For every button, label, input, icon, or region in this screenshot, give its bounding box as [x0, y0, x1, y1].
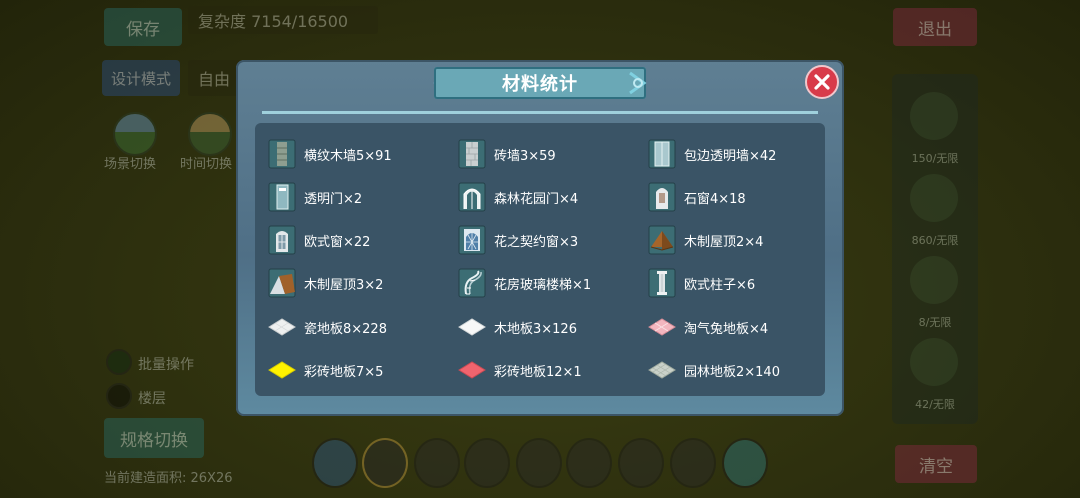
eraser-icon[interactable] [312, 438, 358, 488]
material-item: 淘气兔地板×4 [648, 310, 768, 344]
material-item: 花房玻璃楼梯×1 [458, 266, 591, 300]
material-item-label: 欧式窗×22 [304, 234, 371, 250]
material-item-label: 砖墙3×59 [494, 148, 556, 164]
gable-roof-icon [268, 268, 296, 298]
floor-stack-checkbox[interactable] [106, 383, 132, 409]
wall-icon[interactable] [910, 92, 958, 140]
material-item-label: 彩砖地板12×1 [494, 364, 582, 380]
right-panel-count: 42/无限 [915, 398, 955, 411]
material-item: 园林地板2×140 [648, 353, 780, 387]
right-panel-count: 150/无限 [911, 152, 959, 165]
banner-ornament-right-icon [629, 71, 647, 95]
build-area-label: 当前建造面积: 26X26 [104, 471, 233, 486]
floor-stack-label: 楼层 [138, 391, 166, 407]
glass-stair-icon [458, 268, 486, 298]
exit-button[interactable]: 退出 [893, 8, 977, 46]
material-item-label: 花房玻璃楼梯×1 [494, 277, 592, 293]
glass-door-icon [268, 182, 296, 212]
material-item: 包边透明墙×42 [648, 137, 776, 171]
scene-switch-label: 场景切换 [104, 157, 157, 172]
red-tile-icon [458, 361, 486, 379]
gray-door-icon[interactable] [414, 438, 460, 488]
material-item-label: 欧式柱子×6 [684, 277, 756, 293]
brown-window-icon[interactable] [670, 438, 716, 488]
stair-icon[interactable] [910, 338, 958, 386]
material-item: 花之契约窗×3 [458, 223, 578, 257]
design-mode-button[interactable]: 设计模式 [102, 60, 180, 96]
time-switch-icon[interactable] [188, 112, 232, 156]
material-item: 木地板3×126 [458, 310, 577, 344]
material-item-label: 木地板3×126 [494, 321, 577, 337]
material-item-label: 淘气兔地板×4 [684, 321, 769, 337]
glass-wall-icon [648, 139, 676, 169]
cabinet-icon[interactable] [566, 438, 612, 488]
clear-button[interactable]: 清空 [895, 445, 977, 483]
material-item: 森林花园门×4 [458, 180, 578, 214]
wood-door-icon[interactable] [362, 438, 408, 488]
material-item: 欧式窗×22 [268, 223, 370, 257]
material-item: 欧式柱子×6 [648, 266, 755, 300]
material-item: 彩砖地板12×1 [458, 353, 582, 387]
more-icon[interactable] [722, 438, 768, 488]
european-pillar-icon [648, 268, 676, 298]
material-right-panel: 150/无限 860/无限 8/无限 42/无限 [892, 74, 978, 424]
material-item-label: 园林地板2×140 [684, 364, 780, 380]
material-item-label: 瓷地板8×228 [304, 321, 387, 337]
complexity-display: 复杂度 7154/16500 [188, 6, 378, 34]
material-item-label: 彩砖地板7×5 [304, 364, 384, 380]
material-item: 透明门×2 [268, 180, 362, 214]
close-button[interactable] [805, 65, 839, 99]
green-door-icon[interactable] [516, 438, 562, 488]
white-tile-icon [268, 318, 296, 336]
material-item-label: 石窗4×18 [684, 191, 746, 207]
white-floor-icon [458, 318, 486, 336]
material-item: 木制屋顶3×2 [268, 266, 383, 300]
garden-floor-icon [648, 361, 676, 379]
material-item-label: 包边透明墙×42 [684, 148, 777, 164]
grid-window-icon[interactable] [910, 174, 958, 222]
material-item-label: 木制屋顶2×4 [684, 234, 764, 250]
material-item: 木制屋顶2×4 [648, 223, 763, 257]
dialog-title: 材料统计 [434, 67, 646, 99]
save-button[interactable]: 保存 [104, 8, 182, 46]
material-item-label: 透明门×2 [304, 191, 363, 207]
forest-garden-door-icon [458, 182, 486, 212]
batch-operation-label: 批量操作 [138, 357, 194, 373]
yellow-tile-icon [268, 361, 296, 379]
stone-window-icon [648, 182, 676, 212]
material-item: 瓷地板8×228 [268, 310, 387, 344]
flower-window-icon [458, 225, 486, 255]
purple-window-icon[interactable] [618, 438, 664, 488]
title-divider [262, 111, 818, 114]
material-item-label: 横纹木墙5×91 [304, 148, 392, 164]
door-icon[interactable] [910, 256, 958, 304]
dark-door-icon[interactable] [464, 438, 510, 488]
material-item: 横纹木墙5×91 [268, 137, 392, 171]
brick-wall-icon [458, 139, 486, 169]
material-item-label: 木制屋顶3×2 [304, 277, 384, 293]
european-window-icon [268, 225, 296, 255]
right-panel-count: 860/无限 [911, 234, 959, 247]
material-item-label: 森林花园门×4 [494, 191, 579, 207]
material-item: 砖墙3×59 [458, 137, 556, 171]
material-item: 彩砖地板7×5 [268, 353, 383, 387]
spec-switch-button[interactable]: 规格切换 [104, 418, 204, 458]
pyramid-roof-icon [648, 225, 676, 255]
material-item-label: 花之契约窗×3 [494, 234, 579, 250]
batch-operation-checkbox[interactable] [106, 349, 132, 375]
close-icon [814, 74, 830, 90]
scene-switch-icon[interactable] [113, 112, 157, 156]
material-item: 石窗4×18 [648, 180, 746, 214]
time-switch-label: 时间切换 [180, 157, 233, 172]
pink-floor-icon [648, 318, 676, 336]
right-panel-count: 8/无限 [918, 316, 952, 329]
striped-wood-wall-icon [268, 139, 296, 169]
